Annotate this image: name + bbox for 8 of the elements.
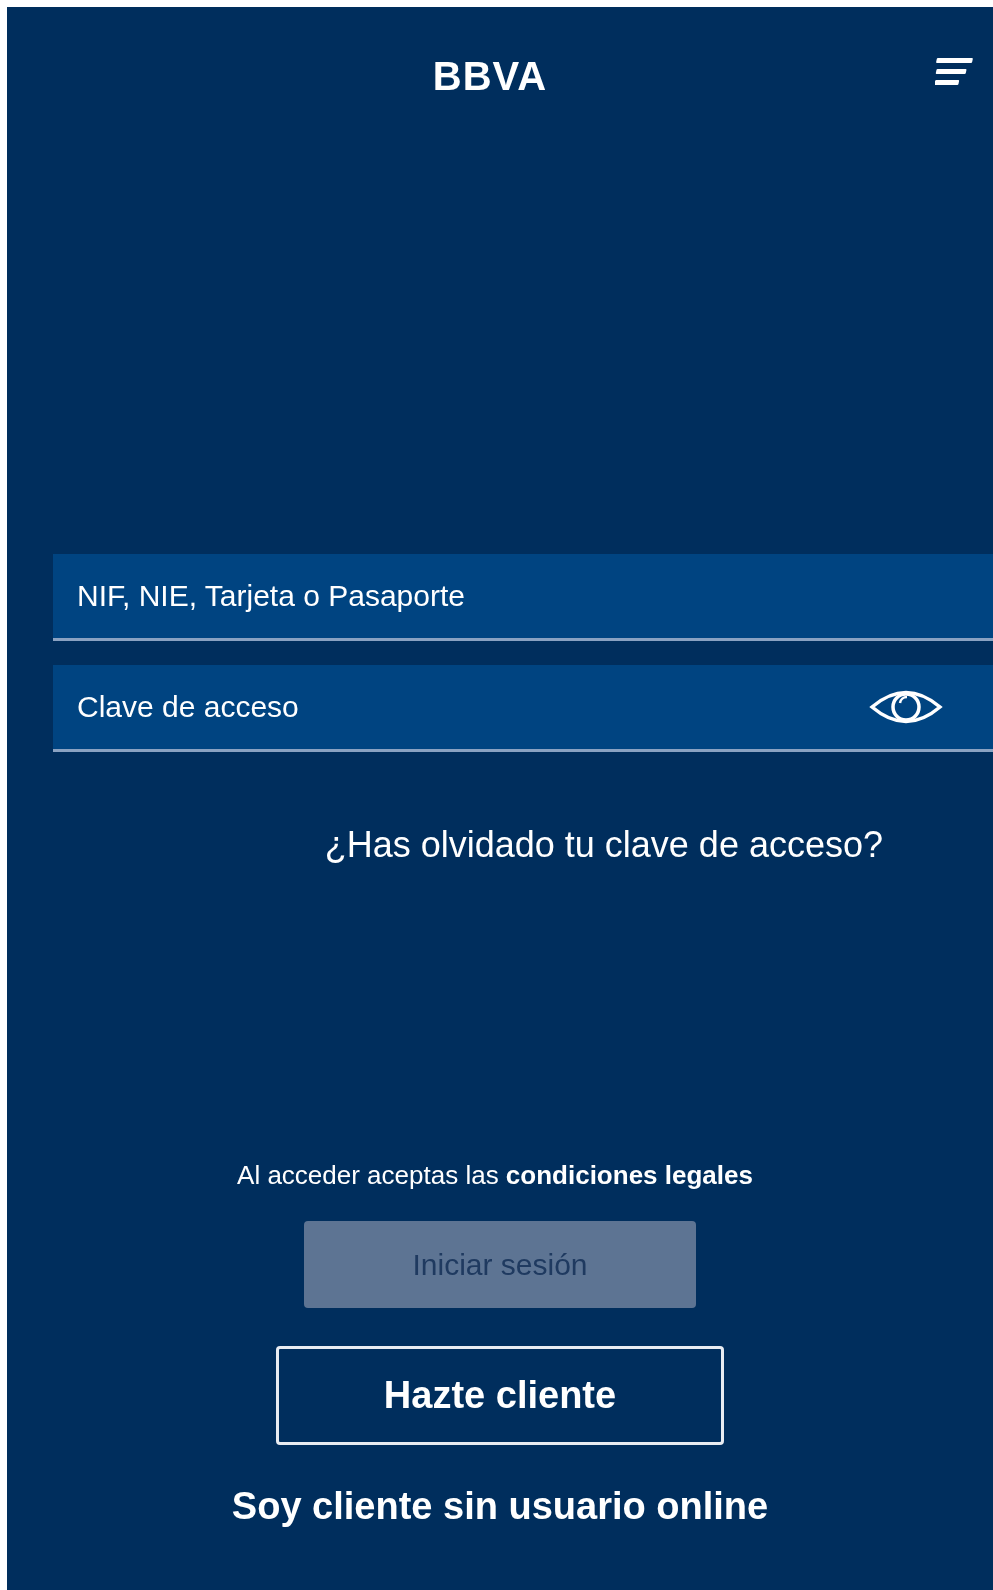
no-online-user-link[interactable]: Soy cliente sin usuario online — [231, 1485, 769, 1528]
signup-button[interactable]: Hazte cliente — [276, 1346, 724, 1445]
forgot-password-link[interactable]: ¿Has olvidado tu clave de acceso? — [324, 824, 883, 866]
legal-notice: Al acceder aceptas las condiciones legales — [237, 1160, 753, 1191]
input-field[interactable]: NIF, NIE, Tarjeta o Pasaporte — [53, 554, 993, 641]
password-field[interactable]: Clave de acceso — [53, 665, 993, 752]
bbva-logo: BBVA — [432, 53, 548, 99]
menu-icon[interactable] — [935, 58, 973, 86]
